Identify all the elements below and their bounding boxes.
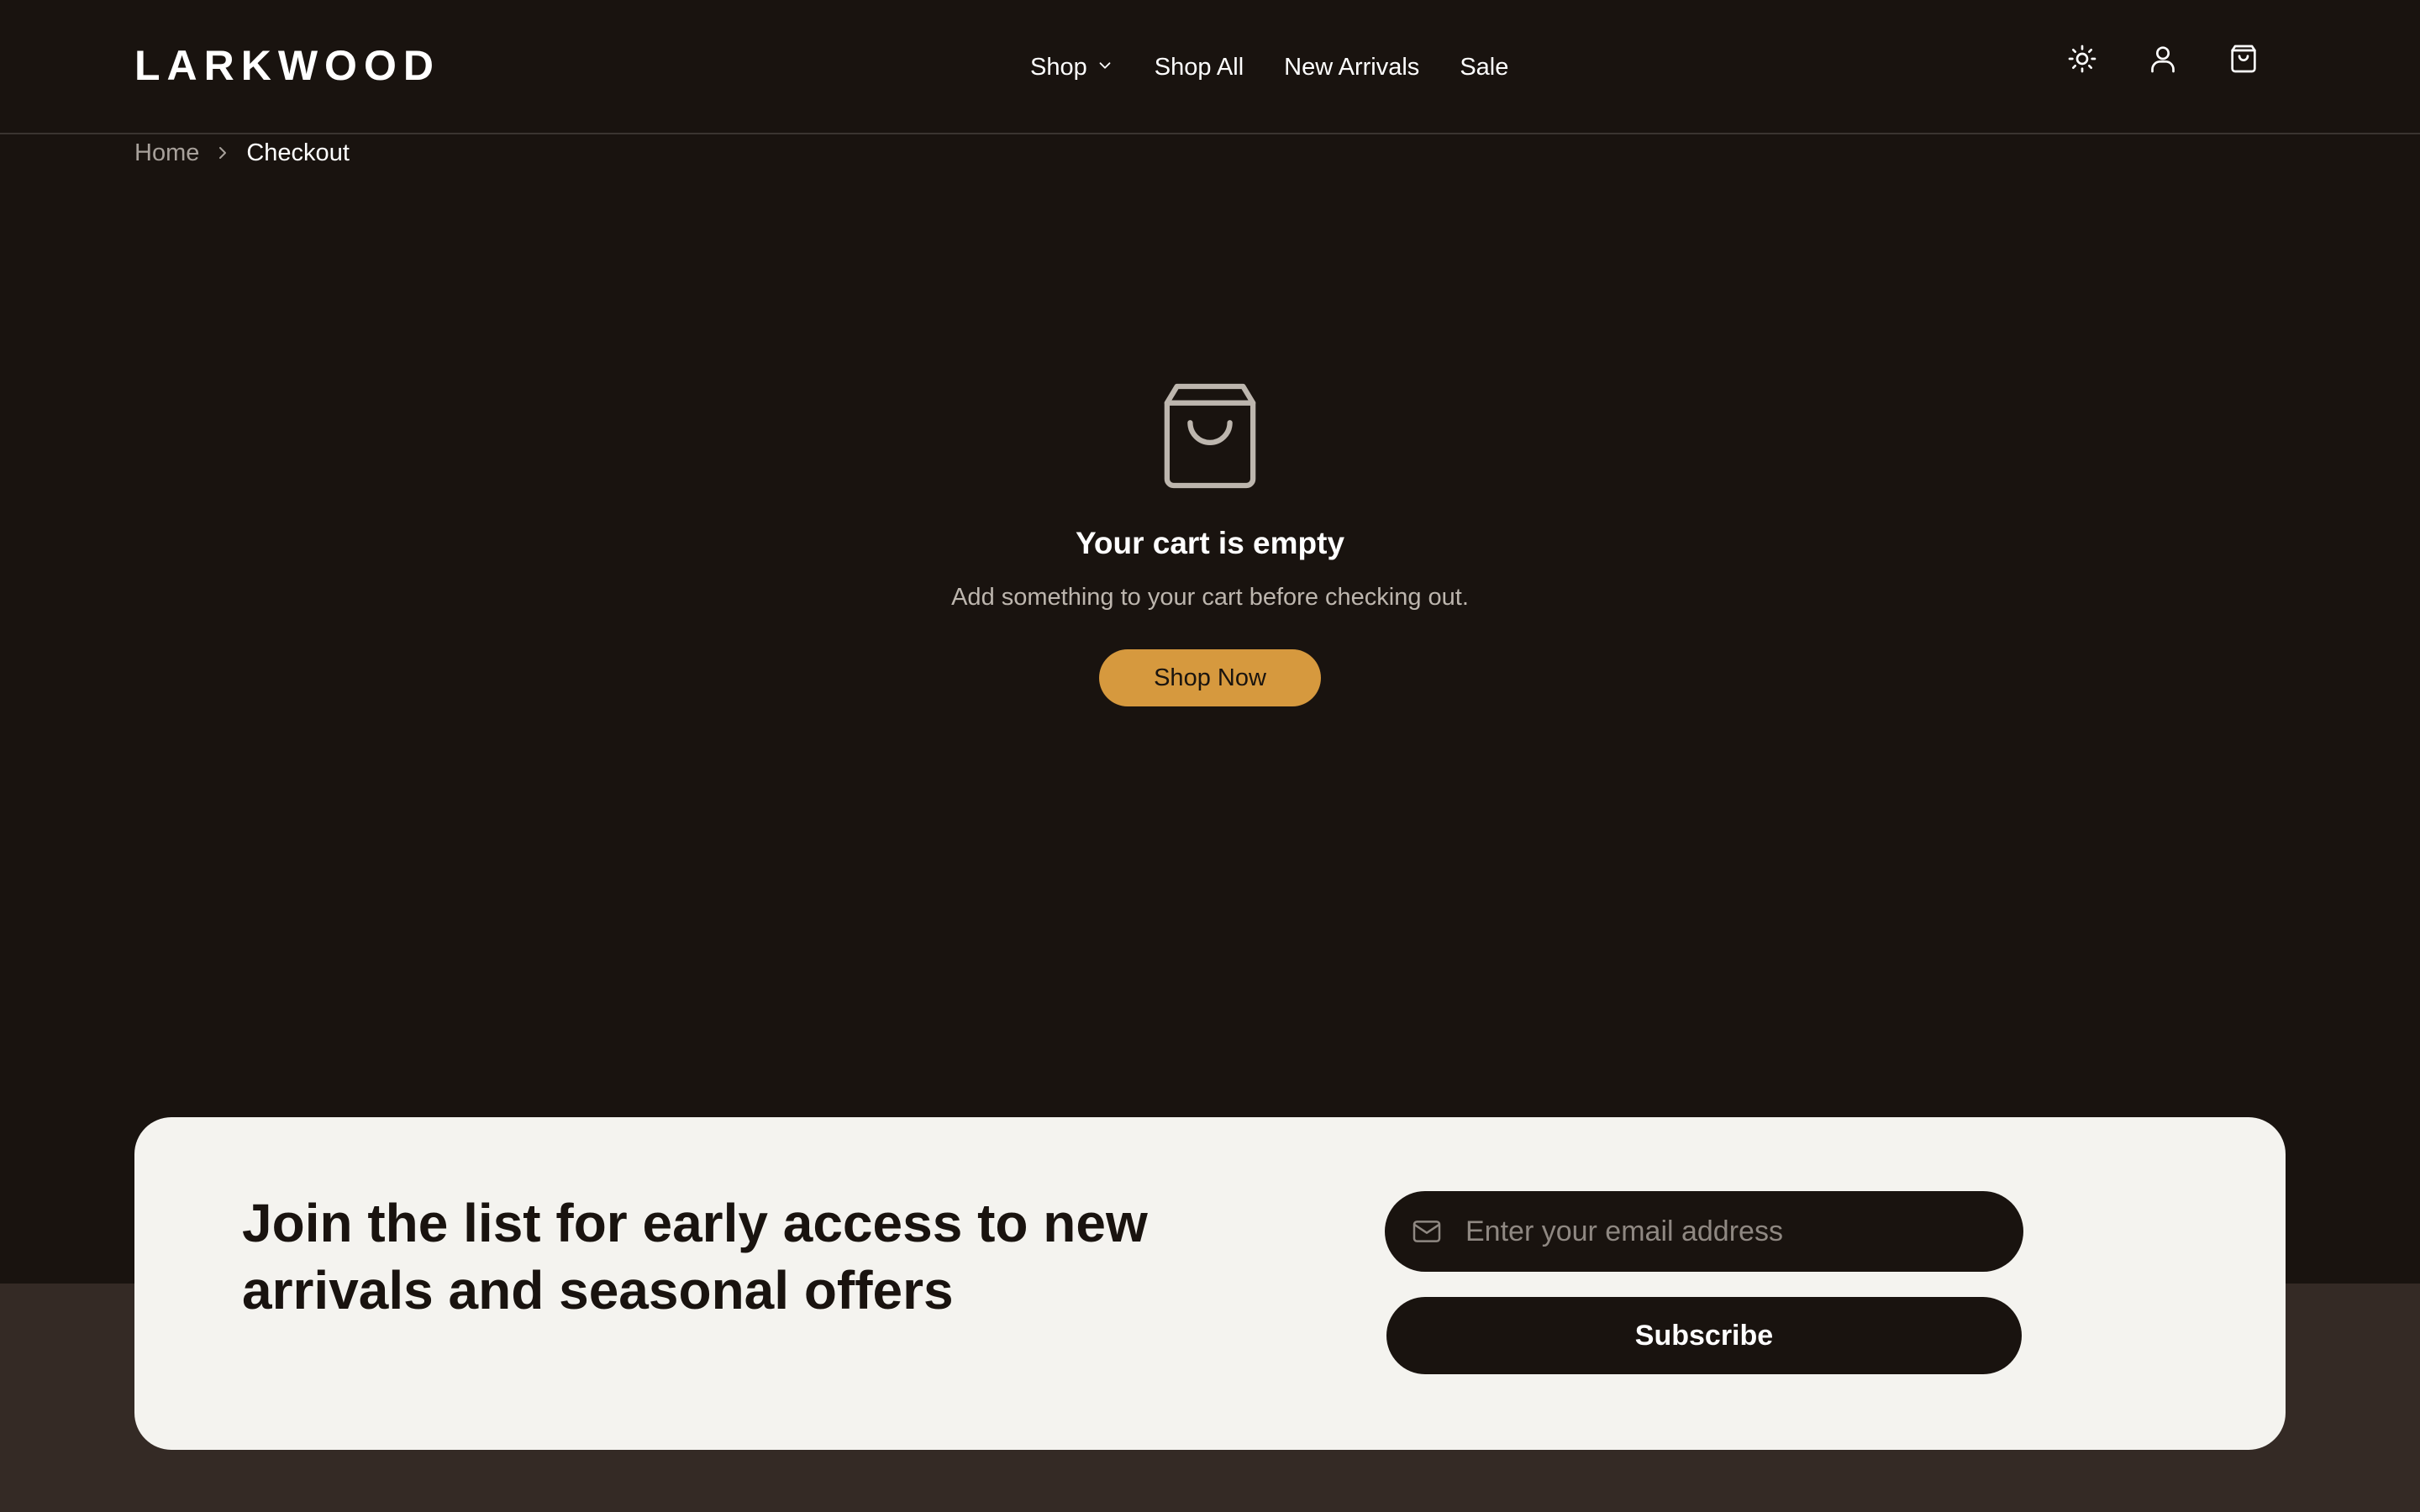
nav-sale[interactable]: Sale [1460, 47, 1508, 87]
empty-cart-title: Your cart is empty [1075, 526, 1345, 560]
nav-shop-label: Shop [1030, 54, 1087, 81]
email-input[interactable] [1464, 1214, 1988, 1249]
site-header: LARKWOOD Shop Shop All New Arrivals Sale [0, 0, 2420, 134]
nav-new-arrivals[interactable]: New Arrivals [1284, 47, 1419, 87]
breadcrumb-home-link[interactable]: Home [134, 136, 199, 170]
breadcrumb: Home Checkout [134, 136, 350, 170]
user-icon [2151, 46, 2175, 73]
shop-now-button[interactable]: Shop Now [1099, 649, 1321, 706]
nav-shop-all[interactable]: Shop All [1155, 47, 1244, 87]
sun-icon [2068, 45, 2096, 73]
nav-shop-dropdown[interactable]: Shop [1030, 47, 1114, 87]
account-button[interactable] [2146, 42, 2180, 76]
subscribe-button[interactable]: Subscribe [1386, 1297, 2022, 1374]
main-nav: Shop Shop All New Arrivals Sale [1030, 47, 1508, 87]
empty-cart-subtitle: Add something to your cart before checki… [951, 584, 1469, 611]
mail-icon [1413, 1221, 1441, 1242]
shopping-bag-icon [2231, 45, 2256, 73]
newsletter-card: Join the list for early access to new ar… [134, 1117, 2286, 1450]
shopping-bag-icon [1160, 382, 1260, 490]
breadcrumb-current: Checkout [246, 139, 350, 166]
newsletter-heading: Join the list for early access to new ar… [242, 1193, 1148, 1320]
chevron-down-icon [1096, 47, 1114, 87]
site-logo[interactable]: LARKWOOD [134, 39, 440, 92]
cart-button[interactable] [2227, 42, 2260, 76]
email-field-container[interactable] [1385, 1191, 2023, 1272]
theme-toggle-button[interactable] [2065, 42, 2099, 76]
chevron-right-icon [213, 143, 233, 163]
header-actions [2065, 42, 2260, 76]
empty-cart-state: Your cart is empty Add something to your… [0, 382, 2420, 706]
